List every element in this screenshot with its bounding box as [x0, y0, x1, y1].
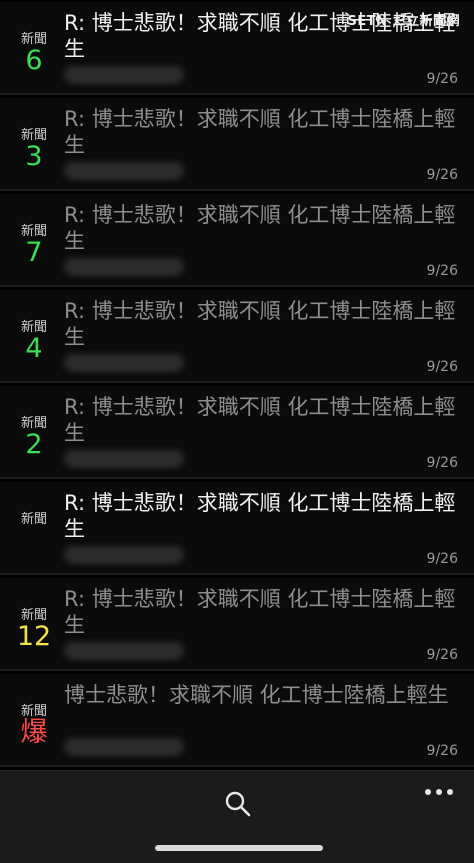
author-redacted [64, 258, 184, 276]
push-count: 7 [25, 237, 43, 268]
search-button[interactable] [223, 789, 253, 819]
author-redacted [64, 354, 184, 372]
bottom-toolbar [0, 770, 474, 863]
more-button[interactable] [424, 783, 454, 795]
push-count: 4 [25, 333, 43, 364]
push-count: 2 [25, 429, 43, 460]
more-icon [425, 789, 453, 795]
author-redacted [64, 738, 184, 756]
post-date: 9/26 [426, 263, 458, 279]
post-title: R: 博士悲歌！求職不順 化工博士陸橋上輕生 [64, 107, 456, 157]
post-date: 9/26 [426, 647, 458, 663]
post-title: R: 博士悲歌！求職不順 化工博士陸橋上輕生 [64, 395, 456, 445]
push-count: 爆 [20, 717, 48, 748]
post-date: 9/26 [426, 455, 458, 471]
watermark: SETN 三立新聞網 [347, 14, 460, 29]
post-row[interactable]: 新聞 12 R: 博士悲歌！求職不順 化工博士陸橋上輕生 9/26 [0, 578, 474, 671]
post-row[interactable]: 新聞 2 R: 博士悲歌！求職不順 化工博士陸橋上輕生 9/26 [0, 386, 474, 479]
post-date: 9/26 [426, 71, 458, 87]
post-row[interactable]: 新聞 7 R: 博士悲歌！求職不順 化工博士陸橋上輕生 9/26 [0, 194, 474, 287]
post-row[interactable]: 新聞 4 R: 博士悲歌！求職不順 化工博士陸橋上輕生 9/26 [0, 290, 474, 383]
post-row[interactable]: 新聞爆博士悲歌！求職不順 化工博士陸橋上輕生 9/26 [0, 674, 474, 767]
search-icon [225, 791, 251, 817]
post-title: 博士悲歌！求職不順 化工博士陸橋上輕生 [64, 683, 449, 707]
post-date: 9/26 [426, 551, 458, 567]
author-redacted [64, 642, 184, 660]
post-title: R: 博士悲歌！求職不順 化工博士陸橋上輕生 [64, 587, 456, 637]
post-title: R: 博士悲歌！求職不順 化工博士陸橋上輕生 [64, 203, 456, 253]
author-redacted [64, 450, 184, 468]
home-indicator [155, 845, 323, 851]
post-date: 9/26 [426, 167, 458, 183]
push-count: 6 [25, 45, 43, 76]
category-label: 新聞 [20, 512, 47, 527]
post-date: 9/26 [426, 359, 458, 375]
author-redacted [64, 66, 184, 84]
post-title: R: 博士悲歌！求職不順 化工博士陸橋上輕生 [64, 299, 456, 349]
author-redacted [64, 162, 184, 180]
post-date: 9/26 [426, 743, 458, 759]
post-title: R: 博士悲歌！求職不順 化工博士陸橋上輕生 [64, 491, 456, 541]
post-row[interactable]: 新聞 R: 博士悲歌！求職不順 化工博士陸橋上輕生 9/26 [0, 482, 474, 575]
post-row[interactable]: 新聞 3 R: 博士悲歌！求職不順 化工博士陸橋上輕生 9/26 [0, 98, 474, 191]
push-count: 3 [25, 141, 43, 172]
author-redacted [64, 546, 184, 564]
push-count: 12 [16, 621, 52, 652]
